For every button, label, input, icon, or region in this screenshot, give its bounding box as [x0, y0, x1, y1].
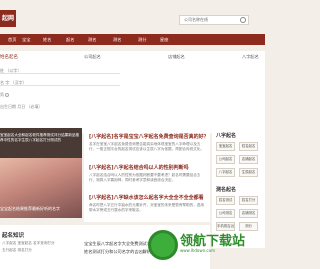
sidebar-link[interactable]: 生辰起名: [239, 168, 258, 177]
gender-field[interactable]: 男: [0, 91, 120, 98]
sidebar-link[interactable]: 店铺测名: [239, 209, 258, 218]
form-tab-bazi[interactable]: 八字起名: [242, 54, 259, 60]
nav-item-home[interactable]: 首页: [8, 34, 16, 45]
nav-item-naming[interactable]: 起名: [66, 34, 74, 45]
watermark-text: 领航下载站: [180, 234, 246, 249]
nav-item-baby[interactable]: 宝宝: [22, 34, 30, 45]
form-tab-name[interactable]: 姓名起名: [0, 54, 18, 60]
header: 起网 公司名称在线: [0, 0, 265, 34]
sidebar-link[interactable]: 八字起名: [216, 168, 235, 177]
birth-date-field[interactable]: 出生日期 月日 （必填）: [0, 103, 120, 110]
site-logo[interactable]: 起网: [0, 10, 16, 27]
nav-item-test[interactable]: 测名: [88, 34, 96, 45]
watermark-logo-icon: [148, 230, 178, 260]
sidebar-link[interactable]: 姓名起名: [239, 142, 258, 151]
sidebar-heading: 测名起名: [216, 187, 237, 193]
given-name-field[interactable]: 名 字 （汉字）: [0, 79, 120, 86]
nav-item-horoscope[interactable]: 星座: [160, 34, 168, 45]
sidebar-link[interactable]: 店铺起名: [239, 155, 258, 164]
form-tab-company[interactable]: 公司起名: [84, 54, 101, 60]
gender-label: 男: [0, 92, 4, 97]
section-title: 起名知识: [2, 233, 25, 239]
article-title[interactable]: [八字起名]八字缺水该怎么起名字大全全不全全都看: [89, 194, 207, 201]
naming-form: 姓名起名 公司起名 店铺起名 八字起名 姓 （以字） 名 字 （汉字） 男 出生…: [0, 51, 265, 133]
article-summary: 命名时把八字五行中缺水的元素补齐，对宝宝的未来是很有帮助的，选用带水字旁或五行属…: [89, 203, 204, 212]
article-title[interactable]: [八字起名]八字起名结合吗以人的性别判断吗: [89, 164, 207, 171]
main-nav: 首页 宝宝 姓名 起名 测名 测名 测分 星座: [0, 34, 265, 45]
section-link[interactable]: 五行起名 测名打分: [2, 248, 72, 253]
article-summary: 八字起名结合吗以人的性别为依据判断要不要考虑？起名时需要结合五行，测算八字喜用神…: [89, 173, 201, 182]
search-icon[interactable]: [240, 17, 246, 23]
nav-item-name[interactable]: 姓名: [43, 34, 51, 45]
sidebar-heading: 八字起名: [216, 133, 237, 139]
surname-field[interactable]: 姓 （以字）: [0, 67, 120, 74]
article-summary: 名字在宝宝八字起名免费查询是否能真实地体现宝宝的八字命理以及五行，一般正规平台的…: [89, 142, 204, 151]
search-input[interactable]: 公司名称在线: [179, 15, 249, 25]
watermark: 领航下载站 www.lhdown.com: [148, 226, 260, 266]
hero-caption[interactable]: 宝宝起名结果推荐最新好听的名字: [0, 206, 82, 212]
hero-banner[interactable]: 宝宝起名大全和起名软件推荐测试评分结果新品推荐中性的名字生辰八字起名打分测试的 …: [0, 128, 82, 218]
gender-radio[interactable]: [5, 93, 10, 97]
sidebar-link[interactable]: 公司测名: [216, 209, 235, 218]
sidebar-link[interactable]: 姓名打分: [239, 196, 258, 205]
sidebar-link[interactable]: 姓名测试: [216, 196, 235, 205]
hero-text: 宝宝起名大全和起名软件推荐测试评分结果新品推荐中性的名字生辰八字起名打分测试的: [0, 133, 80, 142]
article-title[interactable]: [八字起名]名字是宝宝八字起名免费查询是否真的好？: [89, 133, 207, 140]
section-link[interactable]: 八字起名 宝宝起名 名字查询打分: [2, 241, 72, 246]
article-list: [八字起名]名字是宝宝八字起名免费查询是否真的好？ 名字在宝宝八字起名免费查询是…: [84, 128, 210, 222]
form-tab-shop[interactable]: 店铺起名: [168, 54, 185, 60]
watermark-url: www.lhdown.com: [180, 248, 215, 253]
sidebar-link[interactable]: 宝宝起名: [216, 142, 235, 151]
nav-item-score[interactable]: 测分: [138, 34, 146, 45]
nav-item-test2[interactable]: 测名: [113, 34, 121, 45]
sidebar-link[interactable]: 公司起名: [216, 155, 235, 164]
